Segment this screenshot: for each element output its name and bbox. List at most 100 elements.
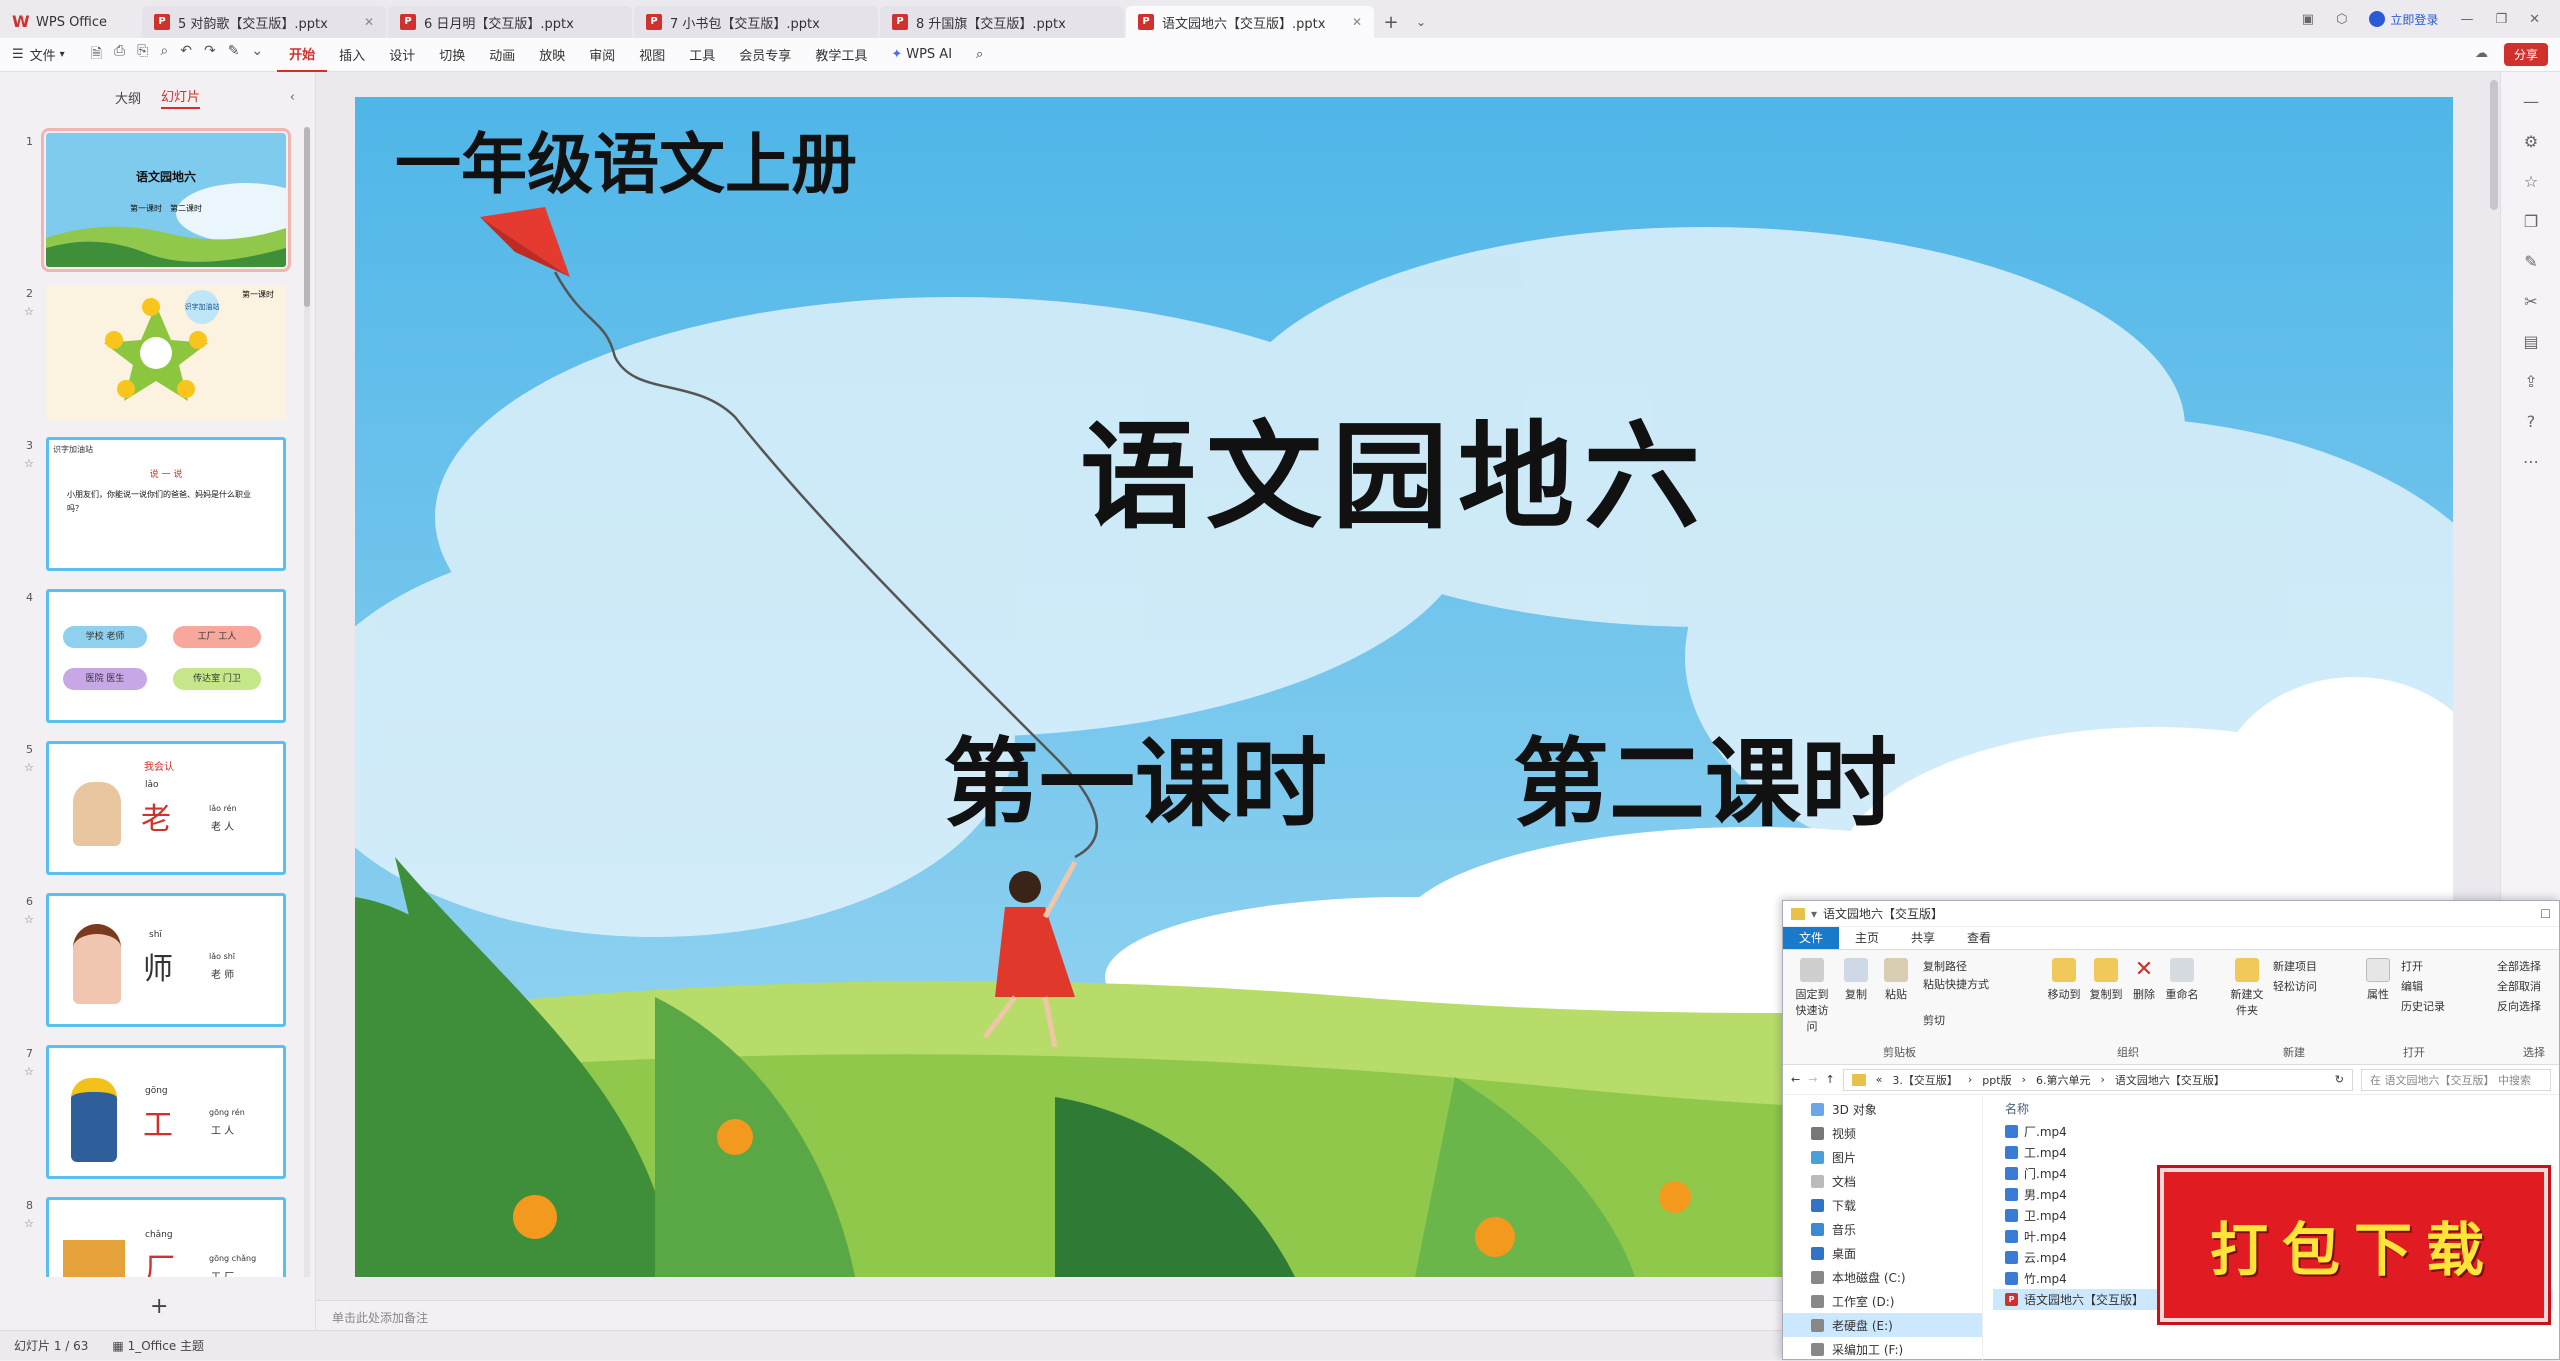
tab-animation[interactable]: 动画 <box>477 38 527 72</box>
select-all-button[interactable]: 全部选择 <box>2497 958 2541 974</box>
copy-path-button[interactable]: 复制路径 <box>1923 958 1967 974</box>
breadcrumb-item[interactable]: ppt版 <box>1982 1072 2011 1088</box>
explorer-tab-share[interactable]: 共享 <box>1895 927 1951 949</box>
nav-item[interactable]: 文档 <box>1783 1169 1982 1193</box>
restore-icon[interactable]: ❐ <box>2495 12 2507 27</box>
search-icon[interactable]: ⌕ <box>964 38 995 72</box>
new-item-button[interactable]: 新建项目 <box>2273 958 2317 974</box>
qat-icon[interactable]: ▾ <box>1811 907 1817 921</box>
more-chevron-icon[interactable]: ⌄ <box>251 43 263 67</box>
slide-thumb-6[interactable]: shī 师 lǎo shī 老 师 <box>46 893 286 1027</box>
save-icon[interactable]: 🗎 <box>91 43 102 67</box>
up-icon[interactable]: ↑ <box>1825 1073 1834 1086</box>
download-banner[interactable]: 打包下载 <box>2160 1168 2548 1322</box>
nav-item[interactable]: 3D 对象 <box>1783 1097 1982 1121</box>
nav-item[interactable]: 音乐 <box>1783 1217 1982 1241</box>
more-icon[interactable]: ⋯ <box>2521 452 2541 472</box>
pin-button[interactable]: 固定到快速访问 <box>1791 958 1833 1034</box>
nav-item[interactable]: 本地磁盘 (C:) <box>1783 1265 1982 1289</box>
back-icon[interactable]: ← <box>1791 1073 1800 1086</box>
add-slide-button[interactable]: + <box>150 1294 168 1319</box>
nav-item[interactable]: 桌面 <box>1783 1241 1982 1265</box>
close-window-icon[interactable]: ✕ <box>2529 12 2540 27</box>
star-icon[interactable]: ☆ <box>24 913 34 926</box>
tab-design[interactable]: 设计 <box>377 38 427 72</box>
tab-doc-2[interactable]: P 6 日月明【交互版】.pptx <box>388 6 632 38</box>
open-button[interactable]: 打开 <box>2401 958 2423 974</box>
login-button[interactable]: 立即登录 <box>2369 11 2438 28</box>
invert-selection-button[interactable]: 反向选择 <box>2497 998 2541 1014</box>
nav-item[interactable]: 工作室 (D:) <box>1783 1289 1982 1313</box>
cloud-sync-icon[interactable]: ☁ <box>2475 46 2488 61</box>
theme-indicator[interactable]: ▦ 1_Office 主题 <box>112 1337 204 1354</box>
tab-doc-3[interactable]: P 7 小书包【交互版】.pptx <box>634 6 878 38</box>
rename-button[interactable]: 重命名 <box>2163 958 2201 1002</box>
tools-icon[interactable]: ✂ <box>2521 292 2541 312</box>
window-layout-icon[interactable]: ▣ <box>2302 12 2314 27</box>
minus-icon[interactable]: — <box>2521 92 2541 112</box>
tab-slides[interactable]: 幻灯片 <box>161 86 201 109</box>
tab-tools[interactable]: 工具 <box>677 38 727 72</box>
breadcrumb-overflow[interactable]: « <box>1876 1073 1883 1086</box>
tab-review[interactable]: 审阅 <box>577 38 627 72</box>
close-icon[interactable]: ✕ <box>364 15 374 29</box>
star-icon[interactable]: ☆ <box>2521 172 2541 192</box>
nav-item[interactable]: 视频 <box>1783 1121 1982 1145</box>
nav-item[interactable]: 图片 <box>1783 1145 1982 1169</box>
tab-transition[interactable]: 切换 <box>427 38 477 72</box>
collapse-panel-icon[interactable]: ‹ <box>290 90 295 105</box>
wps-ai-button[interactable]: ✦ WPS AI <box>879 38 964 72</box>
explorer-tab-home[interactable]: 主页 <box>1839 927 1895 949</box>
nav-item[interactable]: 采编加工 (F:) <box>1783 1337 1982 1361</box>
copy-icon[interactable]: ❐ <box>2521 212 2541 232</box>
breadcrumb-item[interactable]: 6.第六单元 <box>2036 1072 2091 1088</box>
edit-button[interactable]: 编辑 <box>2401 978 2423 994</box>
new-folder-button[interactable]: 新建文件夹 <box>2229 958 2265 1018</box>
delete-button[interactable]: ✕ 删除 <box>2129 958 2159 1002</box>
tab-insert[interactable]: 插入 <box>327 38 377 72</box>
select-none-button[interactable]: 全部取消 <box>2497 978 2541 994</box>
pen-icon[interactable]: ✎ <box>2521 252 2541 272</box>
redo-icon[interactable]: ↷ <box>204 43 216 67</box>
copy-to-button[interactable]: 复制到 <box>2087 958 2125 1002</box>
help-icon[interactable]: ? <box>2521 412 2541 432</box>
paste-shortcut-button[interactable]: 粘贴快捷方式 <box>1923 976 1989 992</box>
slide-thumb-1[interactable]: 语文园地六 第一课时 第二课时 <box>41 128 291 272</box>
file-row[interactable]: 工.mp4 <box>1993 1142 2553 1163</box>
export-icon[interactable]: ⇪ <box>2521 372 2541 392</box>
copy-button[interactable]: 复制 <box>1839 958 1873 1002</box>
thumbnail-scrollbar[interactable] <box>304 127 310 1277</box>
tab-doc-4[interactable]: P 8 升国旗【交互版】.pptx <box>880 6 1124 38</box>
tab-home-ribbon[interactable]: 开始 <box>277 38 328 72</box>
nav-item[interactable]: 下载 <box>1783 1193 1982 1217</box>
undo-icon[interactable]: ↶ <box>180 43 192 67</box>
menu-button[interactable]: ☰ 文件 ▾ <box>0 38 77 72</box>
slide-lesson-2[interactable]: 第二课时 <box>1513 727 1897 840</box>
preview-icon[interactable]: ⌕ <box>160 43 168 67</box>
close-icon[interactable]: ☐ <box>2540 907 2551 921</box>
export-icon[interactable]: ⎙ <box>114 43 125 67</box>
explorer-search-input[interactable]: 在 语文园地六【交互版】 中搜索 <box>2361 1068 2551 1091</box>
star-icon[interactable]: ☆ <box>24 457 34 470</box>
easy-access-button[interactable]: 轻松访问 <box>2273 978 2317 994</box>
star-icon[interactable]: ☆ <box>24 1065 34 1078</box>
properties-button[interactable]: 属性 <box>2363 958 2393 1002</box>
address-bar[interactable]: « 3.【交互版】 › ppt版 › 6.第六单元 › 语文园地六【交互版】 ↻ <box>1842 1068 2353 1091</box>
share-button[interactable]: 分享 <box>2503 43 2548 66</box>
move-to-button[interactable]: 移动到 <box>2045 958 2083 1002</box>
breadcrumb-item[interactable]: 3.【交互版】 <box>1892 1072 1958 1088</box>
forward-icon[interactable]: → <box>1808 1073 1817 1086</box>
print-icon[interactable]: ⎘ <box>137 43 148 67</box>
canvas-scrollbar[interactable] <box>2490 80 2498 210</box>
tab-list-chevron-icon[interactable]: ⌄ <box>1406 6 1436 38</box>
slide-lesson-1[interactable]: 第一课时 <box>943 727 1327 840</box>
settings-icon[interactable]: ⚙ <box>2521 132 2541 152</box>
slide-thumb-8[interactable]: chǎng 厂 gōng chǎng 工 厂 <box>46 1197 286 1277</box>
tab-member[interactable]: 会员专享 <box>727 38 803 72</box>
slide-thumb-4[interactable]: 学校 老师 工厂 工人 医院 医生 传达室 门卫 <box>46 589 286 723</box>
breadcrumb-item[interactable]: 语文园地六【交互版】 <box>2115 1072 2225 1088</box>
history-button[interactable]: 历史记录 <box>2401 998 2445 1014</box>
paste-button[interactable]: 粘贴 <box>1879 958 1913 1002</box>
explorer-tab-file[interactable]: 文件 <box>1783 927 1840 949</box>
star-icon[interactable]: ☆ <box>24 761 34 774</box>
